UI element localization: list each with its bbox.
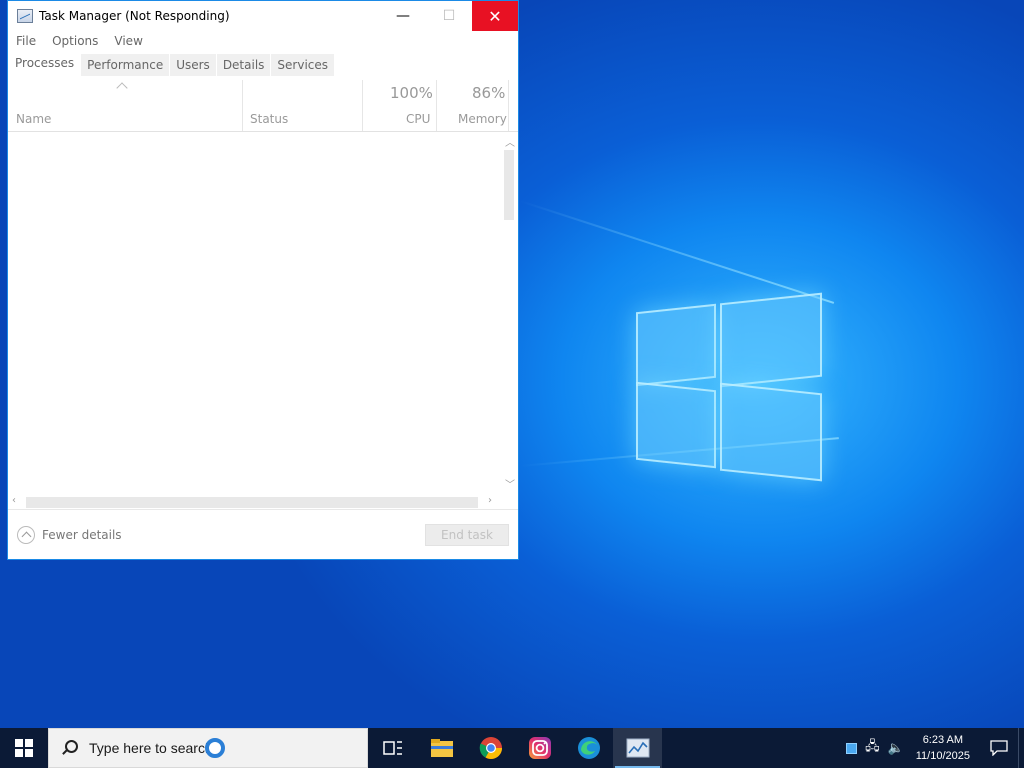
task-view-button[interactable] bbox=[368, 728, 417, 768]
tab-performance[interactable]: Performance bbox=[81, 54, 170, 76]
file-explorer-button[interactable] bbox=[417, 728, 466, 768]
notification-button[interactable] bbox=[980, 728, 1018, 768]
memory-percent: 86% bbox=[472, 84, 506, 102]
sort-up-icon bbox=[116, 82, 128, 94]
tab-processes[interactable]: Processes bbox=[9, 54, 81, 76]
close-button[interactable]: ✕ bbox=[472, 1, 518, 31]
tray-app-icon[interactable] bbox=[846, 742, 858, 754]
minimize-button[interactable]: — bbox=[380, 1, 426, 31]
footer-bar: Fewer details End task bbox=[8, 509, 518, 559]
tab-strip: Processes Performance Users Details Serv… bbox=[8, 52, 518, 76]
windows-start-icon bbox=[15, 739, 33, 757]
show-desktop-button[interactable] bbox=[1018, 728, 1024, 768]
clock-time: 6:23 AM bbox=[922, 734, 964, 746]
scrollbar-thumb[interactable] bbox=[26, 497, 478, 508]
vertical-scrollbar[interactable]: ︿ ﹀ bbox=[502, 132, 516, 492]
notification-icon bbox=[990, 740, 1008, 756]
chrome-icon bbox=[479, 737, 502, 759]
horizontal-scrollbar[interactable]: ‹ › bbox=[8, 494, 502, 510]
menu-view[interactable]: View bbox=[114, 34, 142, 48]
scroll-down-icon[interactable]: ﹀ bbox=[505, 476, 515, 491]
column-divider[interactable] bbox=[242, 80, 243, 131]
menu-file[interactable]: File bbox=[16, 34, 36, 48]
tab-details[interactable]: Details bbox=[216, 54, 271, 76]
chevron-up-icon[interactable] bbox=[17, 525, 35, 544]
menu-bar: File Options View bbox=[8, 31, 518, 51]
column-memory[interactable]: Memory bbox=[458, 112, 507, 126]
task-view-icon bbox=[382, 741, 402, 755]
network-icon[interactable]: 🖧 bbox=[865, 737, 880, 759]
scroll-up-icon[interactable]: ︿ bbox=[505, 134, 515, 149]
start-button[interactable] bbox=[0, 728, 48, 768]
column-divider[interactable] bbox=[362, 80, 363, 131]
tab-services[interactable]: Services bbox=[271, 54, 335, 76]
task-manager-icon bbox=[626, 738, 649, 758]
desktop-light-ray bbox=[519, 200, 835, 304]
edge-icon bbox=[577, 737, 600, 759]
tab-users[interactable]: Users bbox=[170, 54, 216, 76]
process-list[interactable]: ︿ ﹀ ‹ › bbox=[8, 132, 518, 508]
task-manager-window: Task Manager (Not Responding) — ☐ ✕ File… bbox=[7, 0, 519, 560]
column-status[interactable]: Status bbox=[250, 112, 288, 126]
instagram-icon bbox=[528, 737, 551, 759]
cortana-icon[interactable] bbox=[204, 738, 225, 758]
edge-button[interactable] bbox=[564, 728, 613, 768]
task-manager-taskbar-button[interactable] bbox=[613, 728, 662, 768]
chrome-button[interactable] bbox=[466, 728, 515, 768]
column-header-row: Name Status 100% CPU 86% Memory bbox=[8, 76, 518, 132]
task-manager-icon bbox=[17, 9, 33, 23]
scroll-right-icon[interactable]: › bbox=[488, 495, 492, 506]
scrollbar-thumb[interactable] bbox=[504, 150, 514, 220]
column-cpu[interactable]: CPU bbox=[406, 112, 430, 126]
system-tray: 🖧 🔈 6:23 AM 11/10/2025 bbox=[846, 728, 1024, 768]
search-icon bbox=[61, 740, 78, 756]
column-divider[interactable] bbox=[508, 80, 509, 131]
instagram-button[interactable] bbox=[515, 728, 564, 768]
fewer-details-link[interactable]: Fewer details bbox=[42, 528, 122, 542]
clock[interactable]: 6:23 AM 11/10/2025 bbox=[916, 732, 970, 764]
menu-options[interactable]: Options bbox=[52, 34, 98, 48]
end-task-button[interactable]: End task bbox=[425, 524, 509, 546]
volume-icon[interactable]: 🔈 bbox=[888, 741, 904, 756]
taskbar: Type here to search 🖧 🔈 6:23 AM 11/10/20… bbox=[0, 728, 1024, 768]
maximize-button[interactable]: ☐ bbox=[426, 1, 472, 31]
windows-logo-wallpaper bbox=[636, 290, 824, 482]
column-name[interactable]: Name bbox=[16, 112, 51, 126]
title-bar[interactable]: Task Manager (Not Responding) — ☐ ✕ bbox=[8, 1, 518, 31]
scroll-left-icon[interactable]: ‹ bbox=[12, 495, 16, 506]
clock-date: 11/10/2025 bbox=[915, 750, 970, 762]
search-box[interactable]: Type here to search bbox=[48, 728, 368, 768]
column-divider[interactable] bbox=[436, 80, 437, 131]
cpu-percent: 100% bbox=[390, 84, 433, 102]
search-placeholder: Type here to search bbox=[89, 740, 213, 756]
window-title: Task Manager (Not Responding) bbox=[39, 9, 230, 23]
file-explorer-icon bbox=[430, 739, 453, 757]
